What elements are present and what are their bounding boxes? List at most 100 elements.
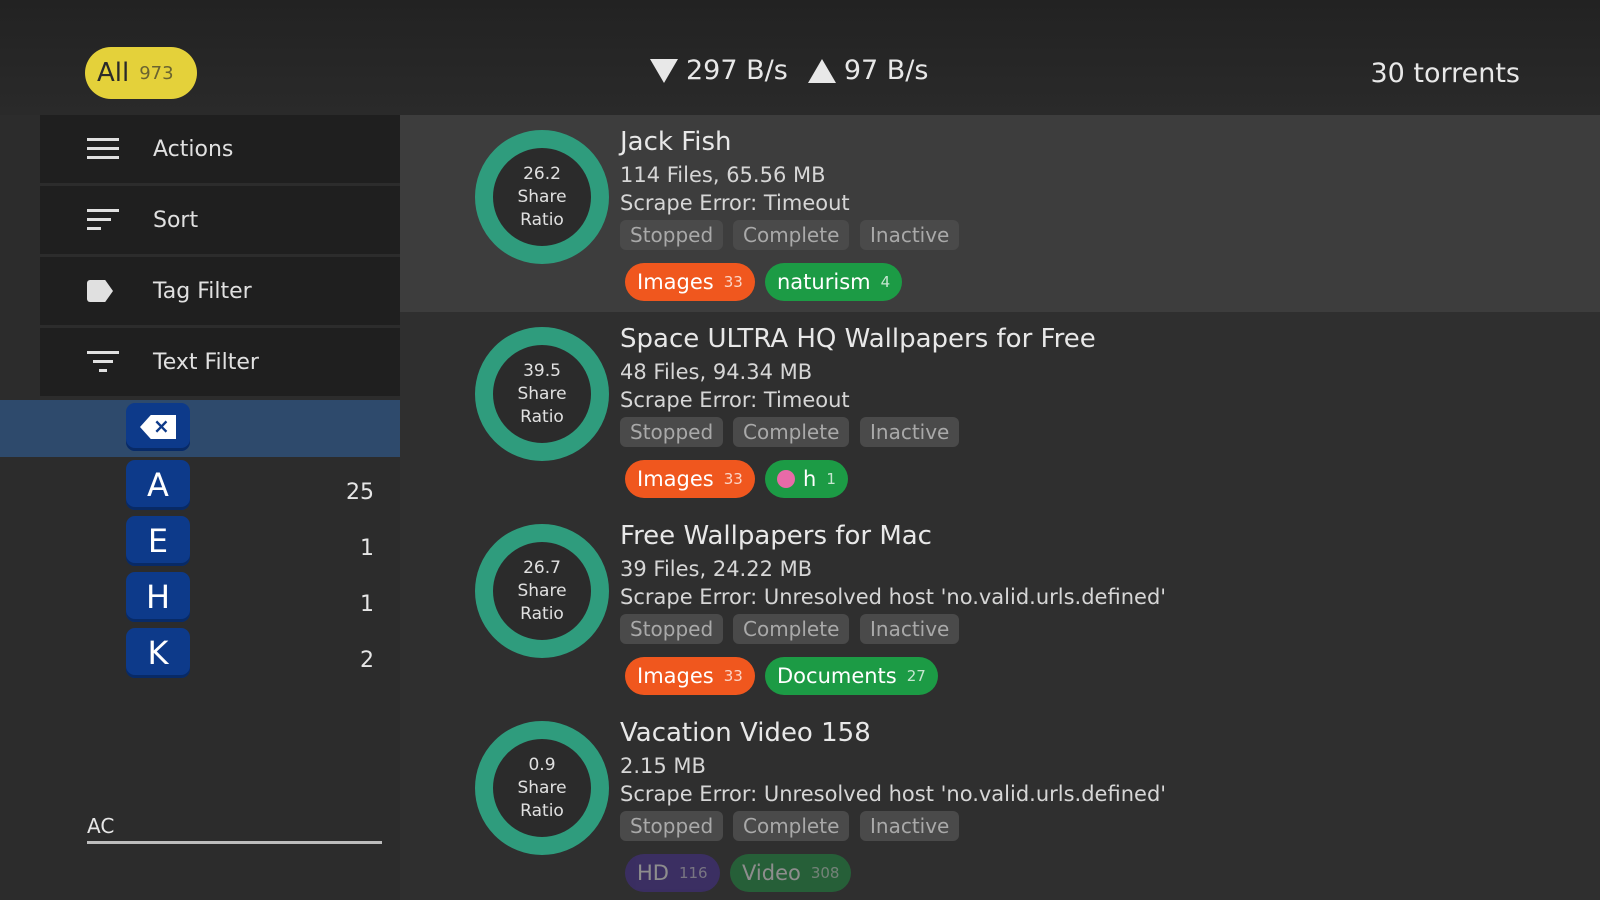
sidebar-item-tag-filter[interactable]: Tag Filter (40, 257, 400, 325)
tag-name: Images (637, 467, 714, 491)
upload-arrow-icon (807, 58, 836, 83)
tag-chip[interactable]: Images 33 (625, 657, 755, 695)
torrent-error: Scrape Error: Unresolved host 'no.valid.… (620, 782, 1167, 806)
torrent-error: Scrape Error: Unresolved host 'no.valid.… (620, 585, 1167, 609)
share-ratio-ring: 26.2 Share Ratio (475, 130, 609, 264)
sidebar-item-sort[interactable]: Sort (40, 186, 400, 254)
tag-name: Images (637, 270, 714, 294)
ratio-label: Share (517, 383, 567, 404)
sidebar-item-label: Tag Filter (153, 278, 252, 304)
ratio-label: Ratio (520, 800, 564, 821)
tag-chip[interactable]: Documents 27 (765, 657, 938, 695)
tag-count: 308 (810, 864, 840, 882)
all-filter-pill[interactable]: All 973 (85, 47, 197, 99)
tag-name: Documents (777, 664, 897, 688)
all-count: 973 (139, 62, 174, 84)
key-button[interactable]: K (126, 628, 190, 678)
tag-count: 1 (826, 470, 836, 488)
tag-count: 33 (723, 667, 743, 685)
text-filter-input[interactable] (87, 810, 382, 844)
tag-count: 27 (906, 667, 926, 685)
torrent-count: 30 torrents (1370, 58, 1520, 89)
key-button[interactable]: A (126, 460, 190, 510)
state-badge: Stopped (620, 220, 724, 250)
ratio-label: Ratio (520, 406, 564, 427)
key-count: 1 (360, 536, 374, 561)
sort-icon (87, 207, 119, 233)
ratio-value: 39.5 (523, 360, 561, 381)
torrent-row[interactable]: 39.5 Share Ratio Space ULTRA HQ Wallpape… (400, 312, 1600, 509)
share-ratio-ring: 0.9 Share Ratio (475, 721, 609, 855)
sidebar-item-text-filter[interactable]: Text Filter (40, 328, 400, 396)
key-count: 1 (360, 592, 374, 617)
key-button[interactable]: H (126, 572, 190, 622)
ratio-value: 26.2 (523, 163, 561, 184)
tag-chip[interactable]: HD 116 (625, 854, 720, 892)
sidebar-item-label: Sort (153, 207, 199, 233)
torrent-name: Space ULTRA HQ Wallpapers for Free (620, 324, 1096, 354)
upload-speed: 97 B/s (843, 55, 929, 86)
sidebar-item-label: Text Filter (153, 349, 259, 375)
ratio-value: 0.9 (528, 754, 556, 775)
state-badge: Inactive (860, 811, 960, 841)
tag-name: Video (742, 861, 801, 885)
backspace-key[interactable]: × (126, 403, 190, 451)
tag-chip[interactable]: h 1 (765, 460, 848, 498)
tag-icon (87, 280, 113, 302)
tag-count: 4 (880, 273, 891, 291)
torrent-row[interactable]: 0.9 Share Ratio Vacation Video 158 2.15 … (400, 706, 1600, 900)
tag-name: naturism (777, 270, 871, 294)
download-arrow-icon (650, 58, 678, 83)
torrent-info: 114 Files, 65.56 MB (620, 163, 826, 187)
torrent-error: Scrape Error: Timeout (620, 191, 850, 215)
torrent-name: Jack Fish (620, 127, 732, 157)
tag-count: 33 (723, 273, 743, 291)
torrent-info: 48 Files, 94.34 MB (620, 360, 813, 384)
filter-icon (87, 349, 119, 375)
flower-icon (777, 470, 795, 488)
all-label: All (97, 58, 130, 88)
tag-name: Images (637, 664, 714, 688)
state-badge: Inactive (860, 614, 960, 644)
share-ratio-ring: 39.5 Share Ratio (475, 327, 609, 461)
torrent-list: 26.2 Share Ratio Jack Fish 114 Files, 65… (400, 115, 1600, 900)
torrent-info: 2.15 MB (620, 754, 706, 778)
sidebar-item-actions[interactable]: Actions (40, 115, 400, 183)
ratio-label: Ratio (520, 209, 564, 230)
ratio-label: Share (517, 580, 567, 601)
tag-chip[interactable]: Video 308 (730, 854, 852, 892)
tag-chip[interactable]: Images 33 (625, 263, 755, 301)
state-badge: Complete (733, 811, 850, 841)
share-ratio-ring: 26.7 Share Ratio (475, 524, 609, 658)
state-badge: Complete (733, 417, 850, 447)
sidebar-item-label: Actions (153, 136, 234, 162)
state-badge: Inactive (860, 417, 960, 447)
tag-chip[interactable]: Images 33 (625, 460, 755, 498)
key-count: 2 (360, 648, 374, 673)
tag-name: HD (637, 861, 669, 885)
speed-indicator: 297 B/s 97 B/s (650, 55, 928, 86)
torrent-row[interactable]: 26.7 Share Ratio Free Wallpapers for Mac… (400, 509, 1600, 706)
menu-icon (87, 136, 119, 162)
tag-chip[interactable]: naturism 4 (765, 263, 903, 301)
state-badge: Complete (733, 220, 850, 250)
state-badge: Stopped (620, 811, 724, 841)
key-button[interactable]: E (126, 516, 190, 566)
torrent-error: Scrape Error: Timeout (620, 388, 850, 412)
state-badge: Inactive (860, 220, 960, 250)
download-speed: 297 B/s (686, 55, 788, 86)
torrent-row[interactable]: 26.2 Share Ratio Jack Fish 114 Files, 65… (400, 115, 1600, 312)
tag-count: 33 (723, 470, 743, 488)
ratio-label: Share (517, 186, 567, 207)
state-badge: Complete (733, 614, 850, 644)
tag-name: h (803, 467, 817, 491)
backspace-icon: × (140, 415, 176, 439)
ratio-label: Share (517, 777, 567, 798)
torrent-name: Vacation Video 158 (620, 718, 871, 748)
state-badge: Stopped (620, 614, 724, 644)
ratio-value: 26.7 (523, 557, 561, 578)
state-badge: Stopped (620, 417, 724, 447)
tag-count: 116 (678, 864, 708, 882)
torrent-name: Free Wallpapers for Mac (620, 521, 932, 551)
ratio-label: Ratio (520, 603, 564, 624)
